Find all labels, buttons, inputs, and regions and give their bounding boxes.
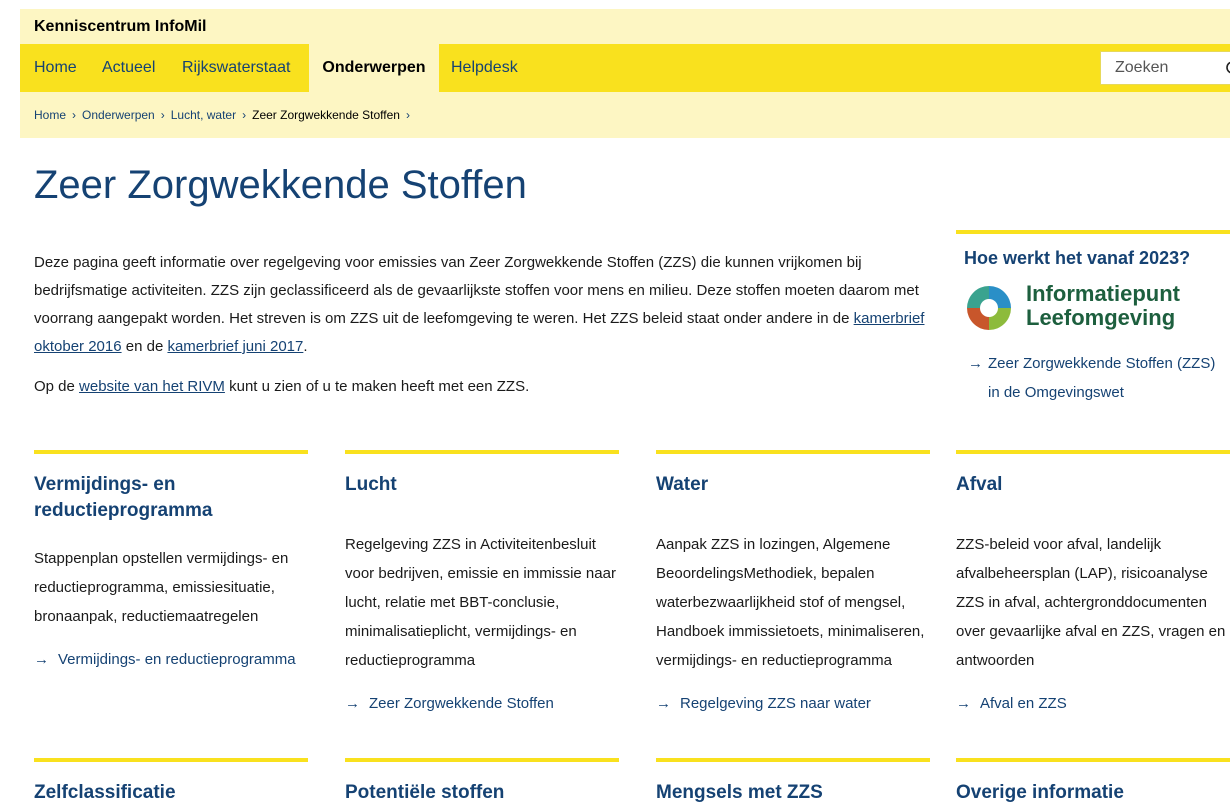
breadcrumb-bar: Home › Onderwerpen › Lucht, water › Zeer Zorgw…	[20, 92, 1230, 138]
card-link[interactable]: → Afval en ZZS	[956, 689, 1230, 718]
iplo-logo-line2: Leefomgeving	[1026, 305, 1176, 330]
card-lucht: Lucht Regelgeving ZZS in Activiteitenbes…	[345, 450, 619, 718]
card-link-label: Zeer Zorgwekkende Stoffen	[369, 695, 554, 712]
card-link-label: Vermijdings- en reductieprogramma	[58, 651, 296, 668]
card-title[interactable]: Vermijdings- en reductieprogramma	[34, 472, 308, 524]
card-link-label: Regelgeving ZZS naar water	[680, 695, 871, 712]
breadcrumb: Home › Onderwerpen › Lucht, water › Zeer Zorgw…	[34, 108, 416, 122]
site-header: Kenniscentrum InfoMil	[20, 9, 1230, 44]
rivm-website-link[interactable]: website van het RIVM	[79, 378, 225, 395]
omgevingswet-aside: Hoe werkt het vanaf 2023? Informatiepunt…	[956, 230, 1230, 407]
intro-paragraph-1: Deze pagina geeft informatie over regelg…	[34, 249, 934, 361]
breadcrumb-home[interactable]: Home	[34, 108, 66, 122]
breadcrumb-separator: ›	[242, 108, 247, 122]
arrow-right-icon: →	[968, 355, 983, 372]
breadcrumb-lucht-water[interactable]: Lucht, water	[171, 108, 236, 122]
card-text: Stappenplan opstellen vermijdings- en re…	[34, 550, 289, 625]
page-title: Zeer Zorgwekkende Stoffen	[34, 163, 527, 207]
intro-text-part: en de	[121, 338, 168, 355]
card-link-label: Afval en ZZS	[980, 695, 1067, 712]
card-title[interactable]: Zelfclassificatie	[34, 780, 308, 806]
card-title[interactable]: Water	[656, 472, 930, 498]
breadcrumb-current: Zeer Zorgwekkende Stoffen	[252, 108, 400, 122]
card-title[interactable]: Overige informatie	[956, 780, 1230, 806]
intro-text-part: kunt u zien of u te maken heeft met een …	[224, 378, 530, 395]
card-title[interactable]: Lucht	[345, 472, 619, 498]
kamerbrief-2017-link[interactable]: kamerbrief juni 2017	[167, 338, 303, 355]
nav-item-home[interactable]: Home	[26, 44, 85, 92]
card-text: Aanpak ZZS in lozingen, Algemene Beoorde…	[656, 536, 925, 669]
iplo-logo-line1: Informatiepunt	[1026, 281, 1180, 306]
card-afval: Afval ZZS-beleid voor afval, landelijk a…	[956, 450, 1230, 718]
nav-item-rijkswaterstaat[interactable]: Rijkswaterstaat	[174, 44, 298, 92]
breadcrumb-separator: ›	[405, 108, 410, 122]
intro-text-part: .	[303, 338, 308, 355]
breadcrumb-onderwerpen[interactable]: Onderwerpen	[82, 108, 155, 122]
main-nav: Home Actueel Rijkswaterstaat Onderwerpen…	[20, 44, 1230, 92]
intro-text: Deze pagina geeft informatie over regelg…	[34, 249, 934, 413]
arrow-right-icon: →	[656, 695, 671, 712]
card-title[interactable]: Potentiële stoffen	[345, 780, 619, 806]
card-text: ZZS-beleid voor afval, landelijk afvalbe…	[956, 536, 1226, 669]
intro-text-part: Deze pagina geeft informatie over regelg…	[34, 254, 919, 327]
iplo-logo-icon	[967, 286, 1011, 330]
card-link[interactable]: → Zeer Zorgwekkende Stoffen	[345, 689, 619, 718]
nav-item-onderwerpen[interactable]: Onderwerpen	[309, 44, 439, 92]
card-link[interactable]: → Regelgeving ZZS naar water	[656, 689, 930, 718]
iplo-logo[interactable]: Informatiepunt Leefomgeving	[964, 281, 1230, 337]
card-water: Water Aanpak ZZS in lozingen, Algemene B…	[656, 450, 930, 718]
arrow-right-icon: →	[345, 695, 360, 712]
card-vermijdings-reductieprogramma: Vermijdings- en reductieprogramma Stappe…	[34, 450, 308, 674]
aside-link-label: Zeer Zorgwekkende Stoffen (ZZS) in de Om…	[988, 355, 1216, 401]
breadcrumb-separator: ›	[160, 108, 165, 122]
aside-title: Hoe werkt het vanaf 2023?	[964, 248, 1191, 268]
card-text: Regelgeving ZZS in Activiteitenbesluit v…	[345, 536, 616, 669]
card-overige-informatie: Overige informatie	[956, 758, 1230, 806]
intro-text-part: Op de	[34, 378, 80, 395]
card-title[interactable]: Mengsels met ZZS	[656, 780, 930, 806]
iplo-logo-text: Informatiepunt Leefomgeving	[1026, 282, 1180, 330]
arrow-right-icon: →	[34, 651, 49, 668]
intro-paragraph-2: Op de website van het RIVM kunt u zien o…	[34, 373, 934, 401]
card-zelfclassificatie: Zelfclassificatie	[34, 758, 308, 806]
search-icon[interactable]	[1225, 60, 1230, 78]
breadcrumb-separator: ›	[72, 108, 77, 122]
card-potentiele-stoffen: Potentiële stoffen	[345, 758, 619, 806]
nav-item-actueel[interactable]: Actueel	[94, 44, 163, 92]
search-input[interactable]	[1101, 52, 1211, 84]
aside-zzs-omgevingswet-link[interactable]: → Zeer Zorgwekkende Stoffen (ZZS) in de …	[956, 349, 1230, 407]
site-title[interactable]: Kenniscentrum InfoMil	[34, 18, 206, 36]
card-title[interactable]: Afval	[956, 472, 1230, 498]
arrow-right-icon: →	[956, 695, 971, 712]
nav-item-helpdesk[interactable]: Helpdesk	[443, 44, 526, 92]
card-mengsels-met-zzs: Mengsels met ZZS	[656, 758, 930, 806]
card-link[interactable]: → Vermijdings- en reductieprogramma	[34, 645, 308, 674]
search-box	[1100, 51, 1230, 85]
